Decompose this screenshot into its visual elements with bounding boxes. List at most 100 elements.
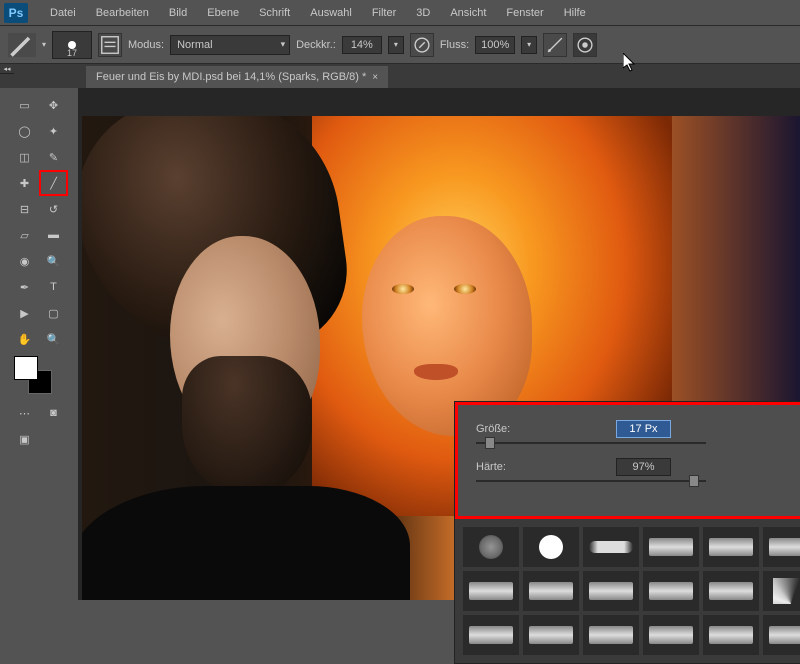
- tool-indicator-brush: [8, 33, 36, 57]
- flow-dropdown[interactable]: ▾: [521, 36, 537, 54]
- menu-window[interactable]: Fenster: [496, 0, 553, 26]
- canvas-area: Größe: Härte:: [78, 88, 800, 600]
- brush-preset-grid: [455, 519, 800, 663]
- brush-shape-icon: [773, 578, 800, 604]
- opacity-dropdown[interactable]: ▾: [388, 36, 404, 54]
- tool-type[interactable]: T: [39, 274, 68, 300]
- flow-input[interactable]: [475, 36, 515, 54]
- brush-shape-icon: [649, 626, 693, 644]
- slider-thumb[interactable]: [485, 437, 495, 449]
- slider-thumb[interactable]: [689, 475, 699, 487]
- brush-preset-thumb[interactable]: [643, 527, 699, 567]
- tool-healing[interactable]: ✚: [10, 170, 39, 196]
- brush-hardness-input[interactable]: [616, 458, 671, 476]
- menu-3d[interactable]: 3D: [406, 0, 440, 26]
- menu-file[interactable]: Datei: [40, 0, 86, 26]
- opacity-label: Deckkr.:: [296, 39, 336, 51]
- tool-magic-wand[interactable]: ✦: [39, 118, 68, 144]
- tool-marquee[interactable]: ▭: [10, 92, 39, 118]
- brush-hardness-slider[interactable]: [476, 480, 706, 482]
- menu-help[interactable]: Hilfe: [554, 0, 596, 26]
- brush-preset-thumb[interactable]: [583, 615, 639, 655]
- opacity-input[interactable]: [342, 36, 382, 54]
- pressure-opacity-icon[interactable]: [410, 33, 434, 57]
- brush-preset-thumb[interactable]: [463, 615, 519, 655]
- brush-size-number: 17: [67, 48, 77, 58]
- brush-preset-thumb[interactable]: [463, 571, 519, 611]
- brush-size-input[interactable]: [616, 420, 671, 438]
- brush-preset-thumb[interactable]: [703, 527, 759, 567]
- brush-shape-icon: [539, 535, 563, 559]
- tool-pen[interactable]: ✒: [10, 274, 39, 300]
- brush-shape-icon: [769, 538, 800, 556]
- brush-panel-toggle-icon[interactable]: [98, 33, 122, 57]
- tool-edit-toolbar[interactable]: ⋯: [10, 400, 39, 426]
- brush-preset-thumb[interactable]: [463, 527, 519, 567]
- tool-move[interactable]: ✥: [39, 92, 68, 118]
- brush-shape-icon: [589, 626, 633, 644]
- brush-preset-thumb[interactable]: [583, 527, 639, 567]
- tools-panel: ▭✥◯✦◫✎✚╱⊟↺▱▬◉🔍✒T▶▢✋🔍⋯◙▣: [10, 92, 68, 452]
- tool-eyedropper[interactable]: ✎: [39, 144, 68, 170]
- tool-gradient[interactable]: ▬: [39, 222, 68, 248]
- brush-preset-thumb[interactable]: [703, 615, 759, 655]
- brush-shape-icon: [589, 582, 633, 600]
- tool-screen-mode[interactable]: ▣: [10, 426, 39, 452]
- collapsed-panel-strip[interactable]: ◂◂: [0, 64, 14, 74]
- flow-label: Fluss:: [440, 39, 469, 51]
- tool-brush[interactable]: ╱: [39, 170, 68, 196]
- artwork-eye: [454, 284, 476, 294]
- artwork-lips: [414, 364, 458, 380]
- menu-image[interactable]: Bild: [159, 0, 197, 26]
- menu-select[interactable]: Auswahl: [300, 0, 362, 26]
- brush-preset-thumb[interactable]: [583, 571, 639, 611]
- brush-preset-thumb[interactable]: [643, 571, 699, 611]
- brush-shape-icon: [589, 541, 633, 553]
- brush-preset-picker[interactable]: 17: [52, 31, 92, 59]
- color-swatches[interactable]: [10, 352, 68, 400]
- foreground-color-swatch[interactable]: [14, 356, 38, 380]
- brush-size-slider[interactable]: [476, 442, 706, 444]
- document-tab-title: Feuer und Eis by MDI.psd bei 14,1% (Spar…: [96, 71, 366, 83]
- brush-preset-thumb[interactable]: [763, 571, 800, 611]
- tool-zoom[interactable]: 🔍: [39, 326, 68, 352]
- tool-history-brush[interactable]: ↺: [39, 196, 68, 222]
- tool-lasso[interactable]: ◯: [10, 118, 39, 144]
- brush-shape-icon: [709, 538, 753, 556]
- document-tab-bar: Feuer und Eis by MDI.psd bei 14,1% (Spar…: [0, 64, 800, 88]
- menu-view[interactable]: Ansicht: [440, 0, 496, 26]
- menu-type[interactable]: Schrift: [249, 0, 300, 26]
- brush-size-label: Größe:: [476, 423, 616, 435]
- tool-quick-mask[interactable]: ◙: [39, 400, 68, 426]
- menu-edit[interactable]: Bearbeiten: [86, 0, 159, 26]
- brush-preset-thumb[interactable]: [523, 527, 579, 567]
- tool-dodge[interactable]: 🔍: [39, 248, 68, 274]
- brush-preset-thumb[interactable]: [703, 571, 759, 611]
- tool-shape[interactable]: ▢: [39, 300, 68, 326]
- close-icon[interactable]: ×: [372, 72, 378, 83]
- tool-stamp[interactable]: ⊟: [10, 196, 39, 222]
- menu-bar: Ps Datei Bearbeiten Bild Ebene Schrift A…: [0, 0, 800, 26]
- brush-preset-thumb[interactable]: [523, 571, 579, 611]
- menu-filter[interactable]: Filter: [362, 0, 406, 26]
- brush-preset-thumb[interactable]: [763, 527, 800, 567]
- brush-preset-thumb[interactable]: [643, 615, 699, 655]
- pressure-size-icon[interactable]: [573, 33, 597, 57]
- tool-hand[interactable]: ✋: [10, 326, 39, 352]
- brush-preset-thumb[interactable]: [763, 615, 800, 655]
- airbrush-icon[interactable]: [543, 33, 567, 57]
- brush-controls-highlight: Größe: Härte:: [455, 402, 800, 519]
- brush-preset-panel: Größe: Härte:: [454, 401, 800, 664]
- tool-path-select[interactable]: ▶: [10, 300, 39, 326]
- mode-label: Modus:: [128, 39, 164, 51]
- tool-eraser[interactable]: ▱: [10, 222, 39, 248]
- menu-layer[interactable]: Ebene: [197, 0, 249, 26]
- dropdown-icon[interactable]: ▾: [42, 40, 46, 49]
- tool-blur[interactable]: ◉: [10, 248, 39, 274]
- app-logo: Ps: [4, 3, 28, 23]
- tool-crop[interactable]: ◫: [10, 144, 39, 170]
- brush-shape-icon: [479, 535, 503, 559]
- blend-mode-select[interactable]: Normal: [170, 35, 290, 55]
- brush-preset-thumb[interactable]: [523, 615, 579, 655]
- document-tab[interactable]: Feuer und Eis by MDI.psd bei 14,1% (Spar…: [86, 66, 388, 88]
